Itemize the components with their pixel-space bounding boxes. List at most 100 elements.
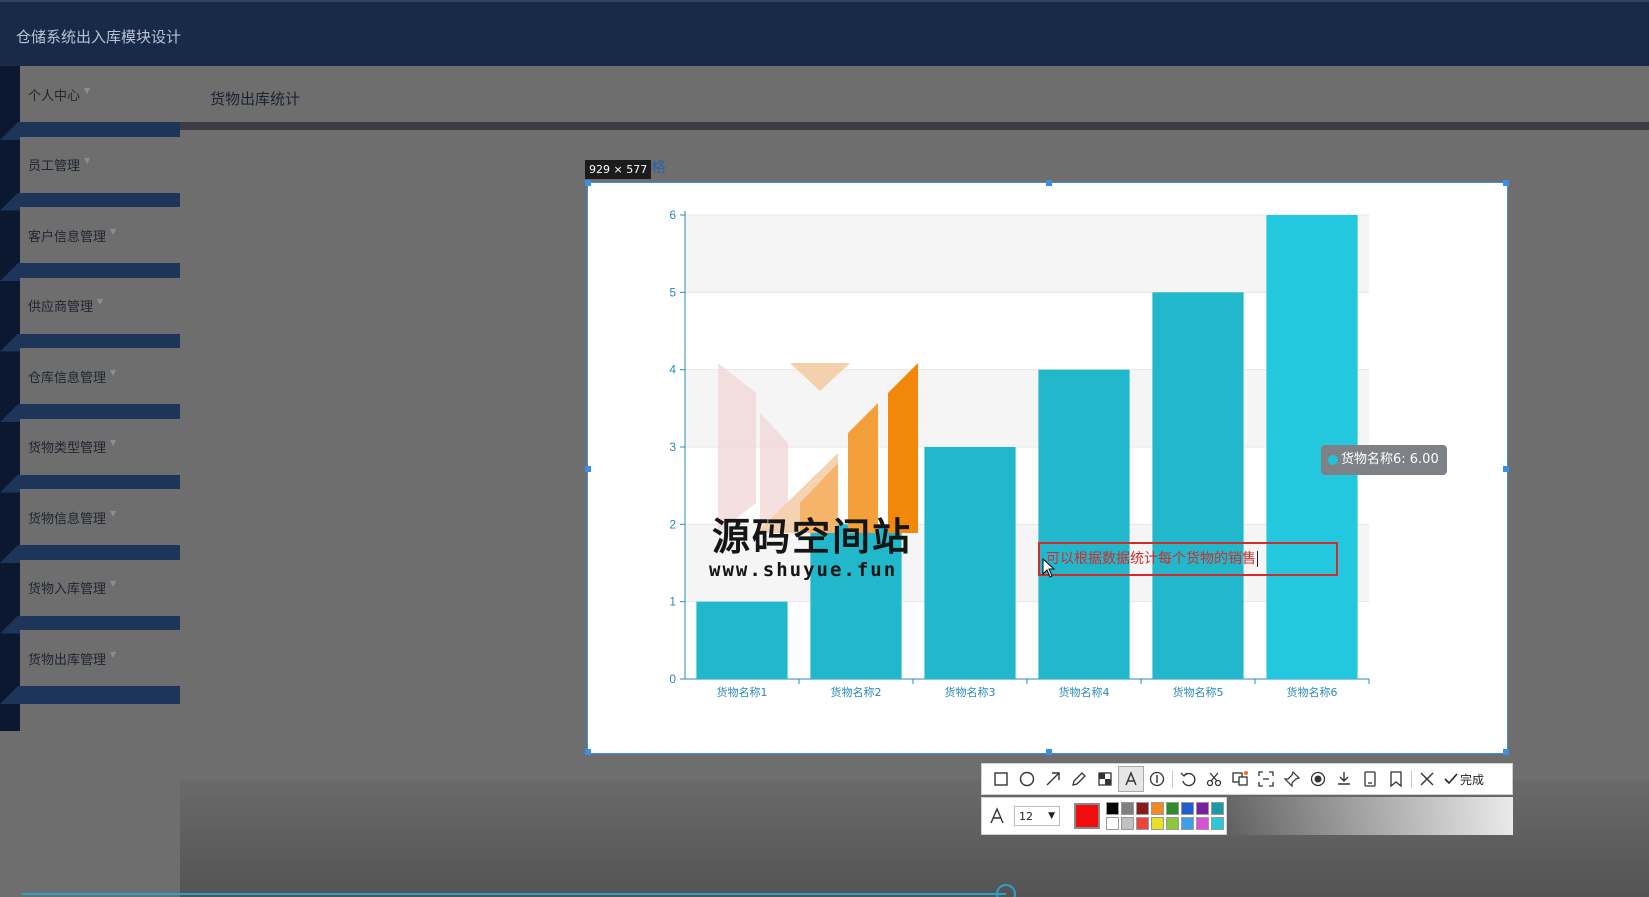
color-swatch[interactable] [1211, 816, 1224, 830]
color-swatch[interactable] [1196, 816, 1209, 830]
sidebar-item-label: 仓库信息管理 [28, 370, 107, 386]
sidebar-item[interactable]: 货物类型管理 ▼ [20, 418, 180, 475]
bookmark-tool-button[interactable] [1383, 766, 1409, 792]
top-bar: 仓储系统出入库模块设计 [0, 0, 1649, 66]
color-swatch[interactable] [1151, 801, 1164, 815]
capture-toolbar: 完成 [981, 763, 1513, 795]
bar [1038, 369, 1130, 679]
cut-tool-button[interactable] [1201, 766, 1227, 792]
caret-down-icon: ▼ [110, 649, 117, 659]
download-tool-button[interactable] [1331, 766, 1357, 792]
close-icon [1420, 772, 1434, 786]
color-swatch[interactable] [1106, 816, 1119, 830]
color-swatch[interactable] [1121, 801, 1134, 815]
sidebar-item[interactable]: 仓库信息管理 ▼ [20, 348, 180, 404]
color-swatch[interactable] [1106, 801, 1119, 815]
arrow-tool-button[interactable] [1040, 766, 1066, 792]
x-tick-label: 货物名称3 [945, 685, 996, 699]
color-swatch[interactable] [1196, 801, 1209, 815]
ocr-icon [1258, 771, 1274, 787]
current-color-swatch[interactable] [1074, 803, 1100, 829]
resize-handle-br[interactable] [1503, 749, 1509, 755]
record-icon [1310, 771, 1326, 787]
save-tool-button[interactable] [1357, 766, 1383, 792]
cut-icon [1206, 772, 1222, 787]
mosaic-tool-button[interactable] [1092, 766, 1118, 792]
ellipse-icon [1019, 771, 1035, 787]
sidebar-divider [0, 686, 180, 704]
chart-tooltip: 货物名称6: 6.00 [1321, 445, 1447, 475]
sidebar-group: 仓库信息管理 ▼ [0, 348, 180, 422]
progress-handle[interactable] [996, 884, 1016, 897]
sidebar-item[interactable]: 货物出库管理 ▼ [20, 630, 180, 686]
y-tick-label: 6 [669, 208, 676, 222]
color-swatch[interactable] [1121, 816, 1134, 830]
sidebar-group: 货物信息管理 ▼ [0, 489, 180, 563]
undo-tool-button[interactable] [1175, 766, 1201, 792]
caret-down-icon: ▼ [110, 367, 117, 377]
resize-handle-tr[interactable] [1503, 180, 1509, 186]
sidebar-item[interactable]: 个人中心 ▼ [20, 66, 180, 122]
font-size-select[interactable]: 12 ▼ [1014, 806, 1060, 826]
toolbar-separator [1411, 770, 1412, 788]
ocr-tool-button[interactable] [1253, 766, 1279, 792]
translate-tool-button[interactable] [1227, 766, 1253, 792]
number-tool-button[interactable] [1144, 766, 1170, 792]
sidebar-item-label: 供应商管理 [28, 300, 94, 315]
y-tick-label: 2 [669, 517, 676, 531]
arrow-icon [1046, 772, 1060, 786]
pencil-tool-button[interactable] [1066, 766, 1092, 792]
y-tick-label: 4 [669, 363, 676, 377]
y-tick-label: 5 [669, 285, 676, 299]
color-swatch[interactable] [1151, 816, 1164, 830]
resize-handle-r[interactable] [1503, 466, 1509, 472]
sidebar-item[interactable]: 员工管理 ▼ [20, 136, 180, 193]
content-header: 货物出库统计 [180, 66, 1649, 122]
sidebar-item-label: 个人中心 [28, 88, 81, 104]
color-swatch[interactable] [1136, 801, 1149, 815]
close-tool-button[interactable] [1414, 766, 1440, 792]
color-swatch[interactable] [1166, 816, 1179, 830]
font-icon [990, 807, 1004, 824]
toolbar-shadow [1227, 797, 1513, 835]
sidebar-group: 员工管理 ▼ [0, 136, 180, 211]
rectangle-icon [994, 772, 1008, 786]
download-icon [1338, 772, 1350, 785]
text-icon [1125, 771, 1137, 786]
resize-handle-b[interactable] [1046, 749, 1052, 755]
sidebar-item[interactable]: 供应商管理 ▼ [20, 277, 180, 334]
pin-tool-button[interactable] [1279, 766, 1305, 792]
text-tool-button[interactable] [1118, 766, 1144, 792]
color-swatch[interactable] [1211, 801, 1224, 815]
resize-handle-bl[interactable] [585, 749, 591, 755]
caret-down-icon: ▼ [84, 85, 91, 95]
page-title: 货物出库统计 [210, 90, 301, 108]
sidebar-group: 货物出库管理 ▼ [0, 630, 180, 704]
color-swatch[interactable] [1136, 816, 1149, 830]
color-swatch[interactable] [1181, 801, 1194, 815]
sidebar-item[interactable]: 客户信息管理 ▼ [20, 207, 180, 263]
y-tick-label: 3 [669, 440, 676, 454]
resize-handle-t[interactable] [1046, 180, 1052, 186]
number-icon [1149, 771, 1165, 787]
check-icon [1444, 773, 1458, 785]
ellipse-tool-button[interactable] [1014, 766, 1040, 792]
text-annotation-box[interactable]: 可以根据数据统计每个货物的销售 [1038, 542, 1338, 576]
capture-region[interactable]: 0 1 2 3 4 5 6 货物名称1 货物名称2 货物名称3 货物名称4 货物名称5 货物名称6 源码… [585, 180, 1509, 755]
done-button[interactable]: 完成 [1444, 771, 1484, 788]
color-swatch[interactable] [1166, 801, 1179, 815]
bar [924, 447, 1016, 679]
mouse-cursor-icon [1042, 558, 1056, 578]
caret-down-icon: ▼ [84, 156, 91, 165]
sidebar-group: 个人中心 ▼ [0, 66, 180, 140]
rectangle-tool-button[interactable] [988, 766, 1014, 792]
color-swatch[interactable] [1181, 816, 1194, 830]
resize-handle-l[interactable] [585, 466, 591, 472]
sidebar-item[interactable]: 货物信息管理 ▼ [20, 489, 180, 545]
sidebar-item-label: 客户信息管理 [28, 229, 107, 245]
record-tool-button[interactable] [1305, 766, 1331, 792]
resize-handle-tl[interactable] [585, 180, 591, 186]
sidebar: 个人中心 ▼ 员工管理 ▼ 客户信息管理 ▼ 供应商管理 ▼ 仓库信息管理 ▼ 货物类型管理 ▼ 货物信… [0, 66, 180, 746]
sidebar-item[interactable]: 货物入库管理 ▼ [20, 559, 180, 616]
sidebar-group: 货物类型管理 ▼ [0, 418, 180, 493]
